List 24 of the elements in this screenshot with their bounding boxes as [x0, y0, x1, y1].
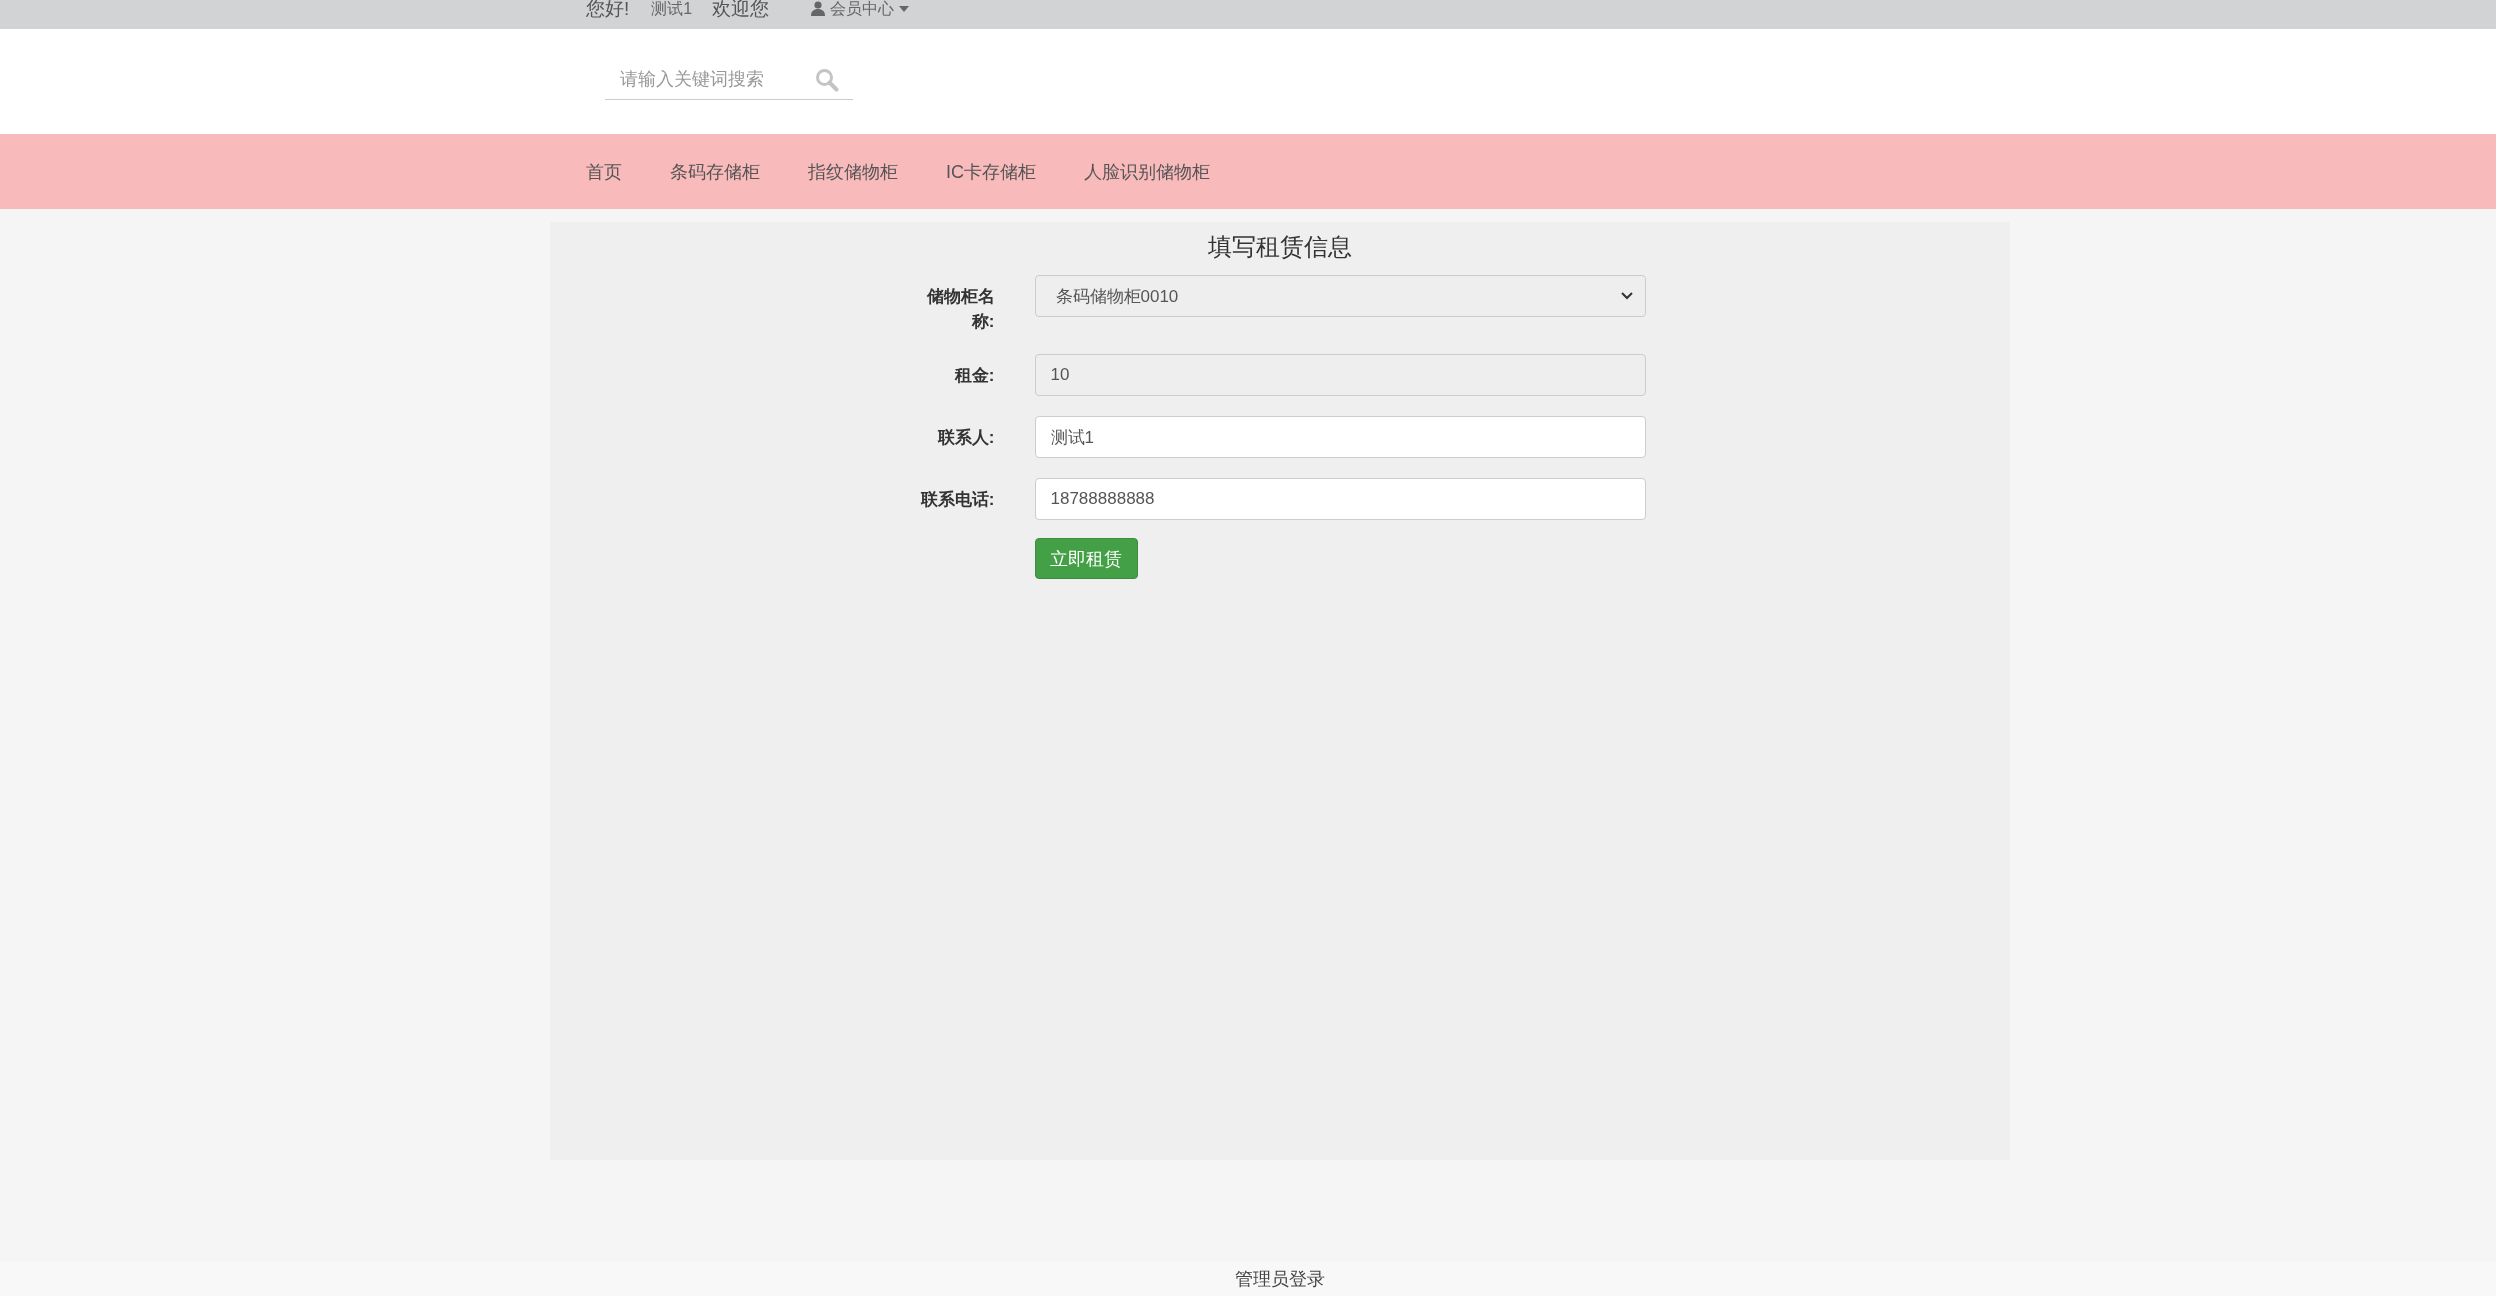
chevron-down-icon: [1620, 292, 1633, 300]
nav-link[interactable]: 人脸识别储物柜: [1084, 159, 1210, 184]
field-label: 联系电话:: [919, 489, 995, 511]
username-text: 测试1: [651, 0, 693, 18]
member-center-menu[interactable]: 会员中心: [811, 0, 910, 18]
cabinet-select[interactable]: 条码储物柜0010: [1034, 275, 1646, 317]
input-field[interactable]: 测试1: [1034, 416, 1646, 458]
field-label: 联系人:: [936, 427, 995, 449]
nav-link[interactable]: 首页: [586, 159, 622, 184]
input-field[interactable]: 10: [1034, 354, 1646, 396]
greeting-text: 您好!: [586, 0, 630, 18]
search-icon[interactable]: [815, 67, 839, 92]
nav-link[interactable]: IC卡存储柜: [946, 159, 1036, 184]
field-label: 储物柜名称:: [925, 286, 995, 333]
user-icon: [811, 0, 826, 16]
admin-login-link[interactable]: 管理员登录: [1235, 1267, 1325, 1291]
input-field[interactable]: 18788888888: [1034, 478, 1646, 520]
field-label: 租金:: [953, 365, 995, 387]
nav-link[interactable]: 条码存储柜: [670, 159, 760, 184]
nav-link[interactable]: 指纹储物柜: [808, 159, 898, 184]
form-title: 填写租赁信息: [1208, 232, 1352, 262]
rent-button[interactable]: 立即租赁: [1034, 538, 1138, 579]
search-field[interactable]: 请输入关键词搜索: [605, 59, 853, 100]
caret-icon: [899, 6, 910, 12]
